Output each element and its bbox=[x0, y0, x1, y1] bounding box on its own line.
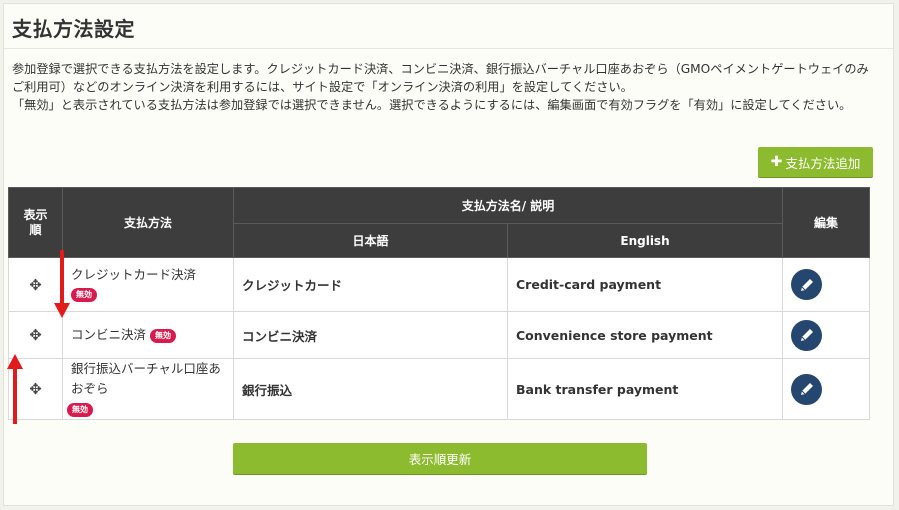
move-arrows-icon[interactable]: ✥ bbox=[8, 311, 63, 359]
edit-button[interactable] bbox=[791, 319, 822, 351]
name-en-cell: Credit-card payment bbox=[507, 257, 783, 312]
update-order-button[interactable]: 表示順更新 bbox=[233, 443, 647, 474]
edit-cell bbox=[782, 257, 870, 312]
col-header-name-desc: 支払方法名/ 説明 bbox=[233, 187, 783, 224]
method-name: 銀行振込バーチャル口座あおぞら bbox=[71, 361, 221, 396]
table-row: ✥ コンビニ決済 無効 コンビニ決済 Convenience store pay… bbox=[8, 311, 870, 359]
method-cell: クレジットカード決済 無効 bbox=[62, 257, 234, 312]
description-line: 参加登録で選択できる支払方法を設定します。クレジットカード決済、コンビニ決済、銀… bbox=[12, 62, 869, 94]
pencil-icon bbox=[800, 278, 813, 291]
edit-button[interactable] bbox=[791, 373, 822, 405]
name-en-cell: Bank transfer payment bbox=[507, 358, 783, 420]
name-en-cell: Convenience store payment bbox=[507, 311, 783, 359]
pencil-icon bbox=[800, 383, 813, 395]
method-name: クレジットカード決済 bbox=[71, 266, 197, 282]
name-ja-cell: 銀行振込 bbox=[233, 358, 508, 420]
move-arrows-icon[interactable]: ✥ bbox=[8, 358, 63, 420]
payment-methods-table: 表示順 支払方法 支払方法名/ 説明 編集 日本語 English ✥ クレジッ… bbox=[8, 187, 870, 420]
pencil-icon bbox=[800, 329, 813, 341]
edit-cell bbox=[782, 358, 870, 420]
name-ja-cell: コンビニ決済 bbox=[233, 311, 508, 359]
move-arrows-icon[interactable]: ✥ bbox=[8, 257, 63, 312]
table-row: ✥ クレジットカード決済 無効 クレジットカード Credit-card pay… bbox=[8, 257, 870, 312]
col-header-method: 支払方法 bbox=[62, 187, 234, 258]
add-payment-method-button[interactable]: ✚ 支払方法追加 bbox=[758, 147, 873, 177]
add-payment-method-label: 支払方法追加 bbox=[785, 155, 861, 171]
method-cell: 銀行振込バーチャル口座あおぞら 無効 bbox=[62, 358, 234, 420]
col-header-edit: 編集 bbox=[782, 187, 870, 258]
method-name: コンビニ決済 bbox=[71, 327, 147, 342]
table-row: ✥ 銀行振込バーチャル口座あおぞら 無効 銀行振込 Bank transfer … bbox=[8, 358, 870, 420]
status-badge: 無効 bbox=[67, 402, 93, 417]
page-title: 支払方法設定 bbox=[12, 17, 135, 41]
plus-icon: ✚ bbox=[770, 154, 783, 170]
col-header-english: English bbox=[507, 223, 783, 258]
col-header-japanese: 日本語 bbox=[233, 223, 508, 258]
status-badge: 無効 bbox=[150, 328, 176, 343]
page-description: 参加登録で選択できる支払方法を設定します。クレジットカード決済、コンビニ決済、銀… bbox=[12, 60, 874, 114]
edit-button[interactable] bbox=[791, 269, 822, 300]
title-divider bbox=[4, 48, 893, 49]
description-line: 「無効」と表示されている支払方法は参加登録では選択できません。選択できるようにす… bbox=[12, 98, 852, 112]
name-ja-cell: クレジットカード bbox=[233, 257, 508, 312]
edit-cell bbox=[782, 311, 870, 359]
status-badge: 無効 bbox=[71, 288, 97, 302]
col-header-order: 表示順 bbox=[8, 187, 63, 258]
method-cell: コンビニ決済 無効 bbox=[62, 311, 234, 359]
